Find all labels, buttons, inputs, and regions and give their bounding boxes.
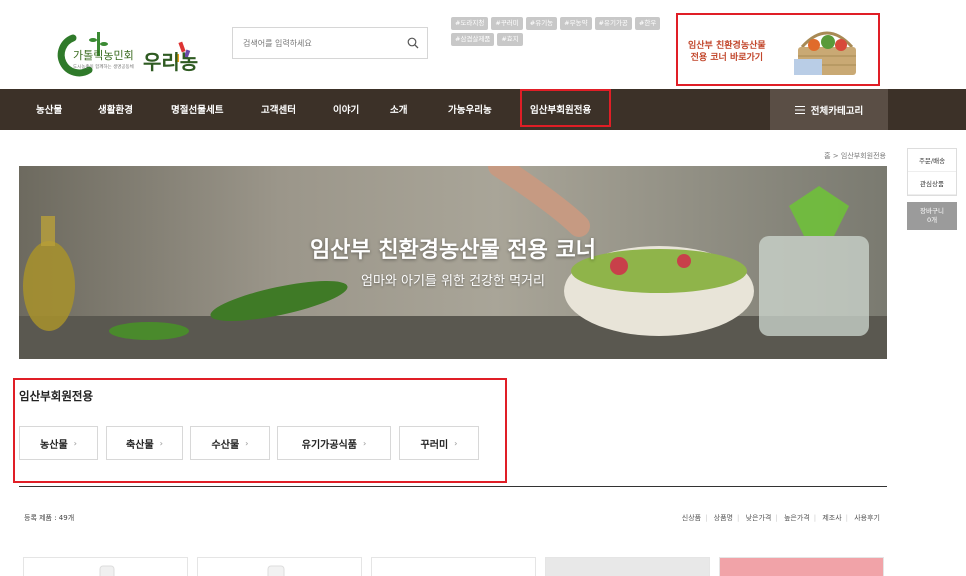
quick-orders[interactable]: 주문/배송 <box>908 149 956 172</box>
logo-brand: 우리농 <box>143 50 199 74</box>
product-count: 등록 제품 : 49개 <box>24 514 75 522</box>
menu-icon <box>794 105 805 114</box>
hero-subtitle: 엄마와 아기를 위한 건강한 먹거리 <box>361 274 545 289</box>
hashtag[interactable]: #효지 <box>497 33 523 46</box>
sort-reviews[interactable]: 사용후기 <box>854 514 880 522</box>
logo-subtext: 도시농촌이 함께하는 생명공동체 <box>73 65 134 70</box>
category-button-organic-processed[interactable]: 유기가공식품 › <box>277 426 391 460</box>
chevron-right-icon: › <box>245 438 249 448</box>
sort-name[interactable]: 상품명 <box>714 514 733 522</box>
sort-options: 신상품 | 상품명 | 낮은가격 | 높은가격 | 제조사 | 사용후기 <box>681 514 880 522</box>
sort-low-price[interactable]: 낮은가격 <box>746 514 772 522</box>
page: 가톨릭농민회 도시농촌이 함께하는 생명공동체 우리농 #도라지청 #꾸러미 #… <box>0 0 966 576</box>
breadcrumb-home[interactable]: 홈 <box>824 152 830 160</box>
vegetable-basket-icon <box>794 31 856 75</box>
hashtag[interactable]: #유기농 <box>525 17 558 30</box>
chevron-right-icon: › <box>454 438 458 448</box>
category-button-agri[interactable]: 농산물 › <box>19 426 98 460</box>
sort-high-price[interactable]: 높은가격 <box>784 514 810 522</box>
chevron-right-icon: › <box>73 438 77 448</box>
hashtag[interactable]: #도라지청 <box>451 17 489 30</box>
site-logo[interactable]: 가톨릭농민회 도시농촌이 함께하는 생명공동체 우리농 <box>55 30 200 88</box>
all-category-label: 전체카테고리 <box>810 105 864 117</box>
product-card[interactable] <box>545 557 710 576</box>
nav-item-living[interactable]: 생활환경 <box>98 102 133 116</box>
breadcrumb: 홈 > 임산부회원전용 <box>824 151 886 161</box>
nav-highlight-box <box>520 89 611 127</box>
nav-item-support[interactable]: 고객센터 <box>261 102 296 116</box>
pregnant-corner-banner[interactable]: 임산부 친환경농산물 전용 코너 바로가기 <box>676 13 880 86</box>
category-button-seafood[interactable]: 수산물 › <box>190 426 270 460</box>
search-box <box>232 27 428 59</box>
nav-item-uri[interactable]: 가농우리농 <box>448 102 492 116</box>
nav-item-agri[interactable]: 농산물 <box>36 102 62 116</box>
product-thumbnail <box>99 565 115 576</box>
nav-item-gifts[interactable]: 명절선물세트 <box>171 102 223 116</box>
search-button[interactable] <box>399 28 427 58</box>
category-button-bundle[interactable]: 꾸러미 › <box>399 426 479 460</box>
quick-menu: 주문/배송 관심상품 장바구니 0개 <box>907 148 957 230</box>
breadcrumb-current: 임산부회원전용 <box>840 152 886 160</box>
product-card[interactable] <box>197 557 362 576</box>
sort-maker[interactable]: 제조사 <box>822 514 841 522</box>
product-thumbnail <box>267 565 285 576</box>
all-category-button[interactable]: 전체카테고리 <box>770 89 888 130</box>
hero-banner: 임산부 친환경농산물 전용 코너 엄마와 아기를 위한 건강한 먹거리 <box>19 166 887 359</box>
chevron-right-icon: › <box>159 438 163 448</box>
hashtag[interactable]: #한우 <box>634 17 661 30</box>
chevron-right-icon: › <box>362 438 367 448</box>
product-card[interactable] <box>371 557 536 576</box>
sort-newest[interactable]: 신상품 <box>682 514 701 522</box>
hashtag-list: #도라지청 #꾸러미 #유기농 #무농약 #유기가공 #한우 #삼겹살제품 #효… <box>451 17 661 46</box>
product-card[interactable] <box>719 557 884 576</box>
hero-title: 임산부 친환경농산물 전용 코너 <box>309 238 597 263</box>
breadcrumb-separator: > <box>832 152 839 160</box>
product-card[interactable] <box>23 557 188 576</box>
search-input[interactable] <box>233 28 393 58</box>
banner-text: 임산부 친환경농산물 전용 코너 바로가기 <box>688 41 766 63</box>
section-divider <box>19 486 887 487</box>
hashtag[interactable]: #삼겹살제품 <box>451 33 495 46</box>
quick-wishlist[interactable]: 관심상품 <box>908 172 956 195</box>
nav-item-about[interactable]: 소개 <box>390 102 407 116</box>
search-icon <box>407 37 419 49</box>
category-button-livestock[interactable]: 축산물 › <box>106 426 183 460</box>
category-title: 임산부회원전용 <box>19 389 94 403</box>
hashtag[interactable]: #무농약 <box>560 17 592 30</box>
nav-item-story[interactable]: 이야기 <box>333 102 359 116</box>
logo-text: 가톨릭농민회 <box>73 49 134 62</box>
hashtag[interactable]: #꾸러미 <box>491 17 523 30</box>
quick-cart[interactable]: 장바구니 0개 <box>907 202 957 230</box>
hashtag[interactable]: #유기가공 <box>594 17 632 30</box>
